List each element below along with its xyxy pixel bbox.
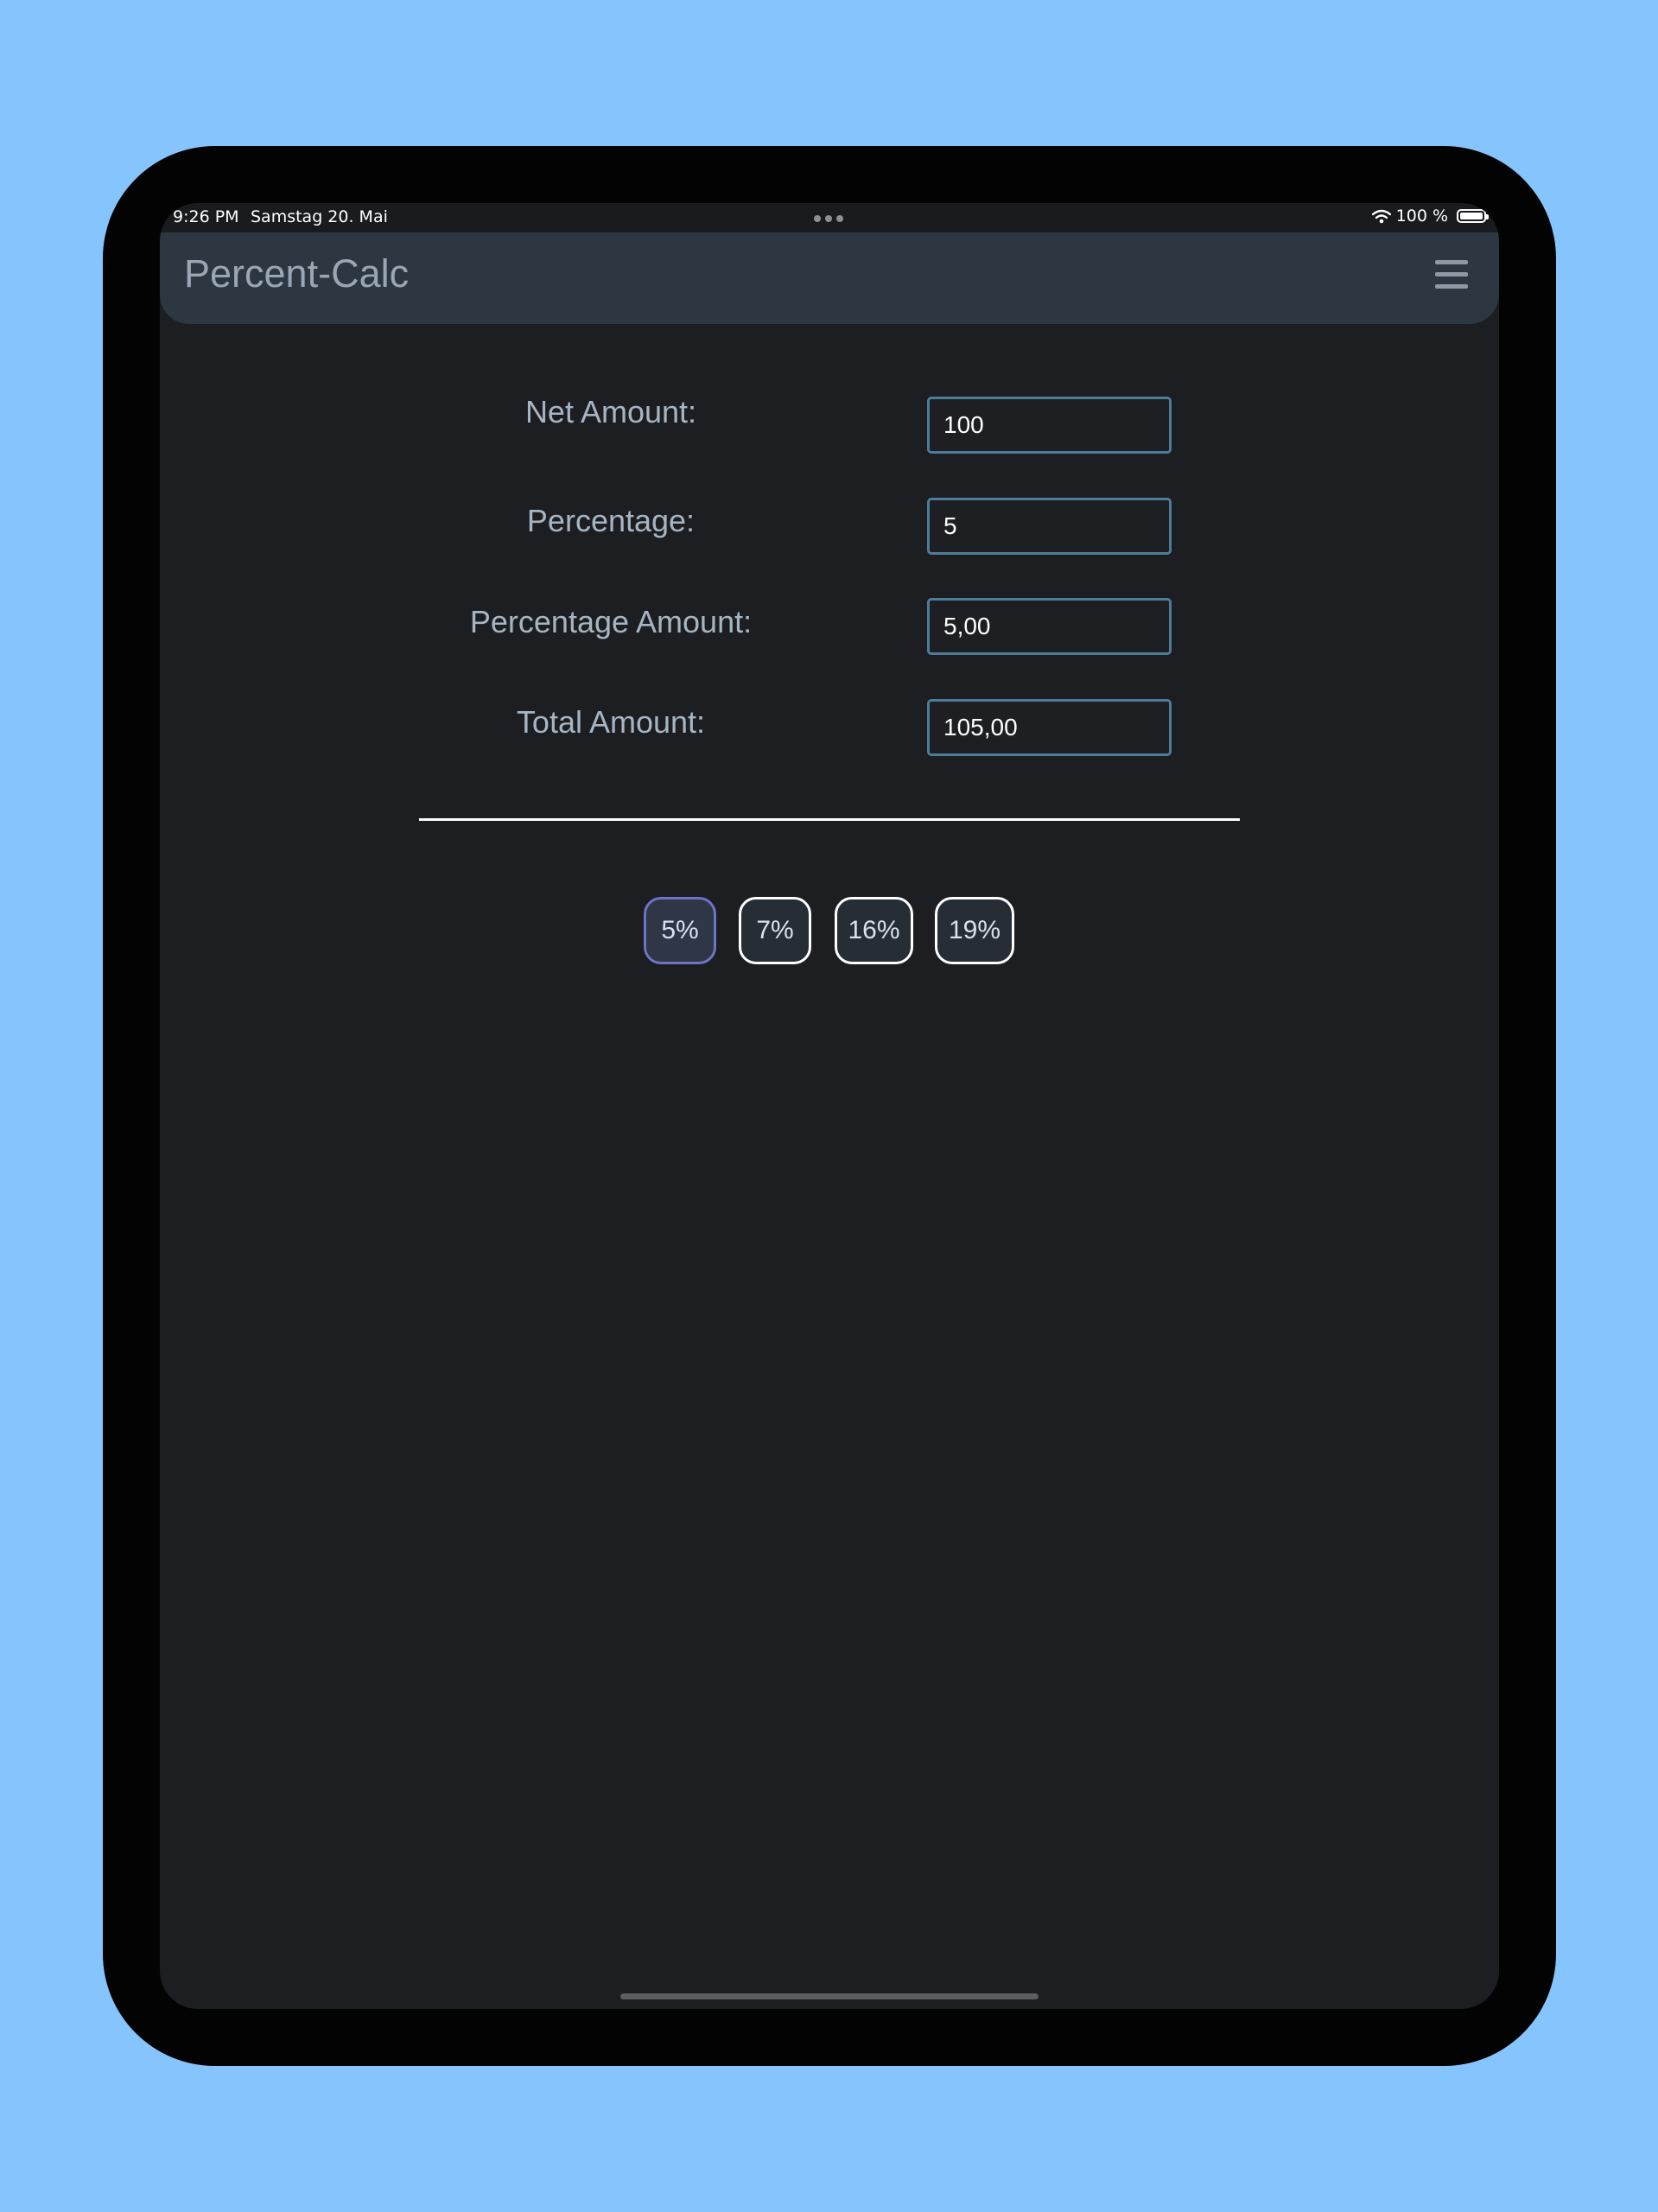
preset-7-percent-button[interactable]: 7% bbox=[739, 897, 811, 964]
battery-icon bbox=[1457, 209, 1489, 223]
home-indicator[interactable] bbox=[620, 1993, 1039, 1999]
total-amount-label: Total Amount: bbox=[516, 704, 706, 740]
navigation-bar: Percent-Calc bbox=[160, 232, 1499, 324]
net-amount-input[interactable] bbox=[927, 397, 1172, 454]
total-amount-input[interactable] bbox=[927, 699, 1172, 756]
percentage-input[interactable] bbox=[927, 498, 1172, 555]
percentage-label: Percentage: bbox=[526, 503, 696, 538]
status-indicators: 100 % bbox=[1371, 207, 1489, 226]
percentage-amount-input[interactable] bbox=[927, 598, 1172, 655]
preset-16-percent-button[interactable]: 16% bbox=[835, 897, 913, 964]
status-date: Samstag 20. Mai bbox=[251, 207, 388, 226]
multitasking-dots-icon[interactable] bbox=[814, 215, 843, 222]
section-divider bbox=[419, 818, 1240, 821]
hamburger-menu-icon[interactable] bbox=[1432, 258, 1470, 293]
wifi-icon bbox=[1371, 209, 1391, 223]
preset-19-percent-button[interactable]: 19% bbox=[935, 897, 1014, 964]
percentage-amount-label: Percentage Amount: bbox=[469, 604, 753, 639]
net-amount-label: Net Amount: bbox=[524, 394, 697, 429]
app-title: Percent-Calc bbox=[184, 251, 410, 296]
status-bar: 9:26 PM Samstag 20. Mai 100 % bbox=[160, 203, 1499, 232]
status-time: 9:26 PM bbox=[173, 207, 239, 226]
app-screen: 9:26 PM Samstag 20. Mai 100 % Percent-Ca… bbox=[160, 203, 1499, 2009]
preset-5-percent-button[interactable]: 5% bbox=[644, 897, 716, 964]
battery-percentage: 100 % bbox=[1395, 207, 1448, 226]
